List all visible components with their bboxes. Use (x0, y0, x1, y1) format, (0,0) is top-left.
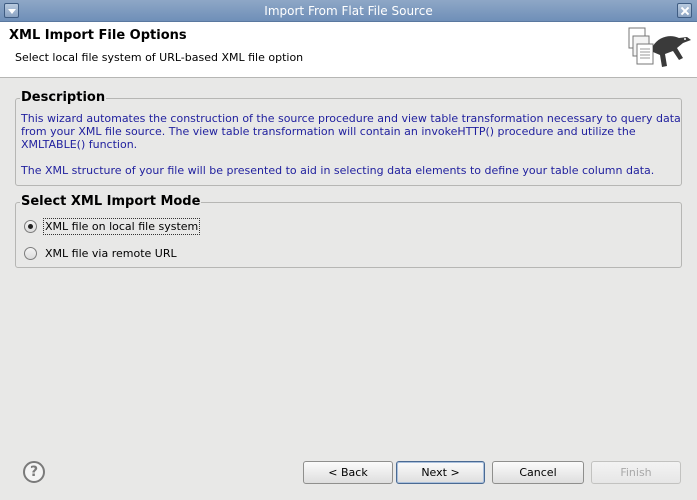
finish-button[interactable]: Finish (591, 461, 681, 484)
description-text: This wizard automates the construction o… (21, 112, 681, 177)
radio-button-local-file[interactable] (24, 220, 37, 233)
radio-label-local-file[interactable]: XML file on local file system (42, 218, 201, 235)
back-button[interactable]: < Back (303, 461, 393, 484)
radio-label-remote-url[interactable]: XML file via remote URL (44, 246, 178, 261)
radio-remote-url[interactable]: XML file via remote URL (24, 246, 178, 261)
import-mode-legend: Select XML Import Mode (20, 194, 202, 209)
radio-local-file[interactable]: XML file on local file system (24, 218, 201, 235)
next-button[interactable]: Next > (396, 461, 485, 484)
documents-with-lizard-icon (628, 27, 691, 67)
close-icon[interactable] (677, 3, 692, 18)
wizard-banner: XML Import File Options Select local fil… (0, 22, 697, 78)
radio-button-remote-url[interactable] (24, 247, 37, 260)
page-subtitle: Select local file system of URL-based XM… (15, 51, 304, 64)
description-paragraph-1: This wizard automates the construction o… (21, 112, 681, 151)
window-title: Import From Flat File Source (264, 4, 433, 18)
page-title: XML Import File Options (9, 28, 187, 43)
description-group: Description This wizard automates the co… (15, 90, 682, 186)
cancel-button[interactable]: Cancel (492, 461, 584, 484)
description-legend: Description (20, 90, 107, 105)
window-titlebar: Import From Flat File Source (0, 0, 697, 22)
help-icon[interactable]: ? (23, 461, 45, 483)
import-mode-group: Select XML Import Mode XML file on local… (15, 194, 682, 268)
description-paragraph-2: The XML structure of your file will be p… (21, 164, 655, 177)
